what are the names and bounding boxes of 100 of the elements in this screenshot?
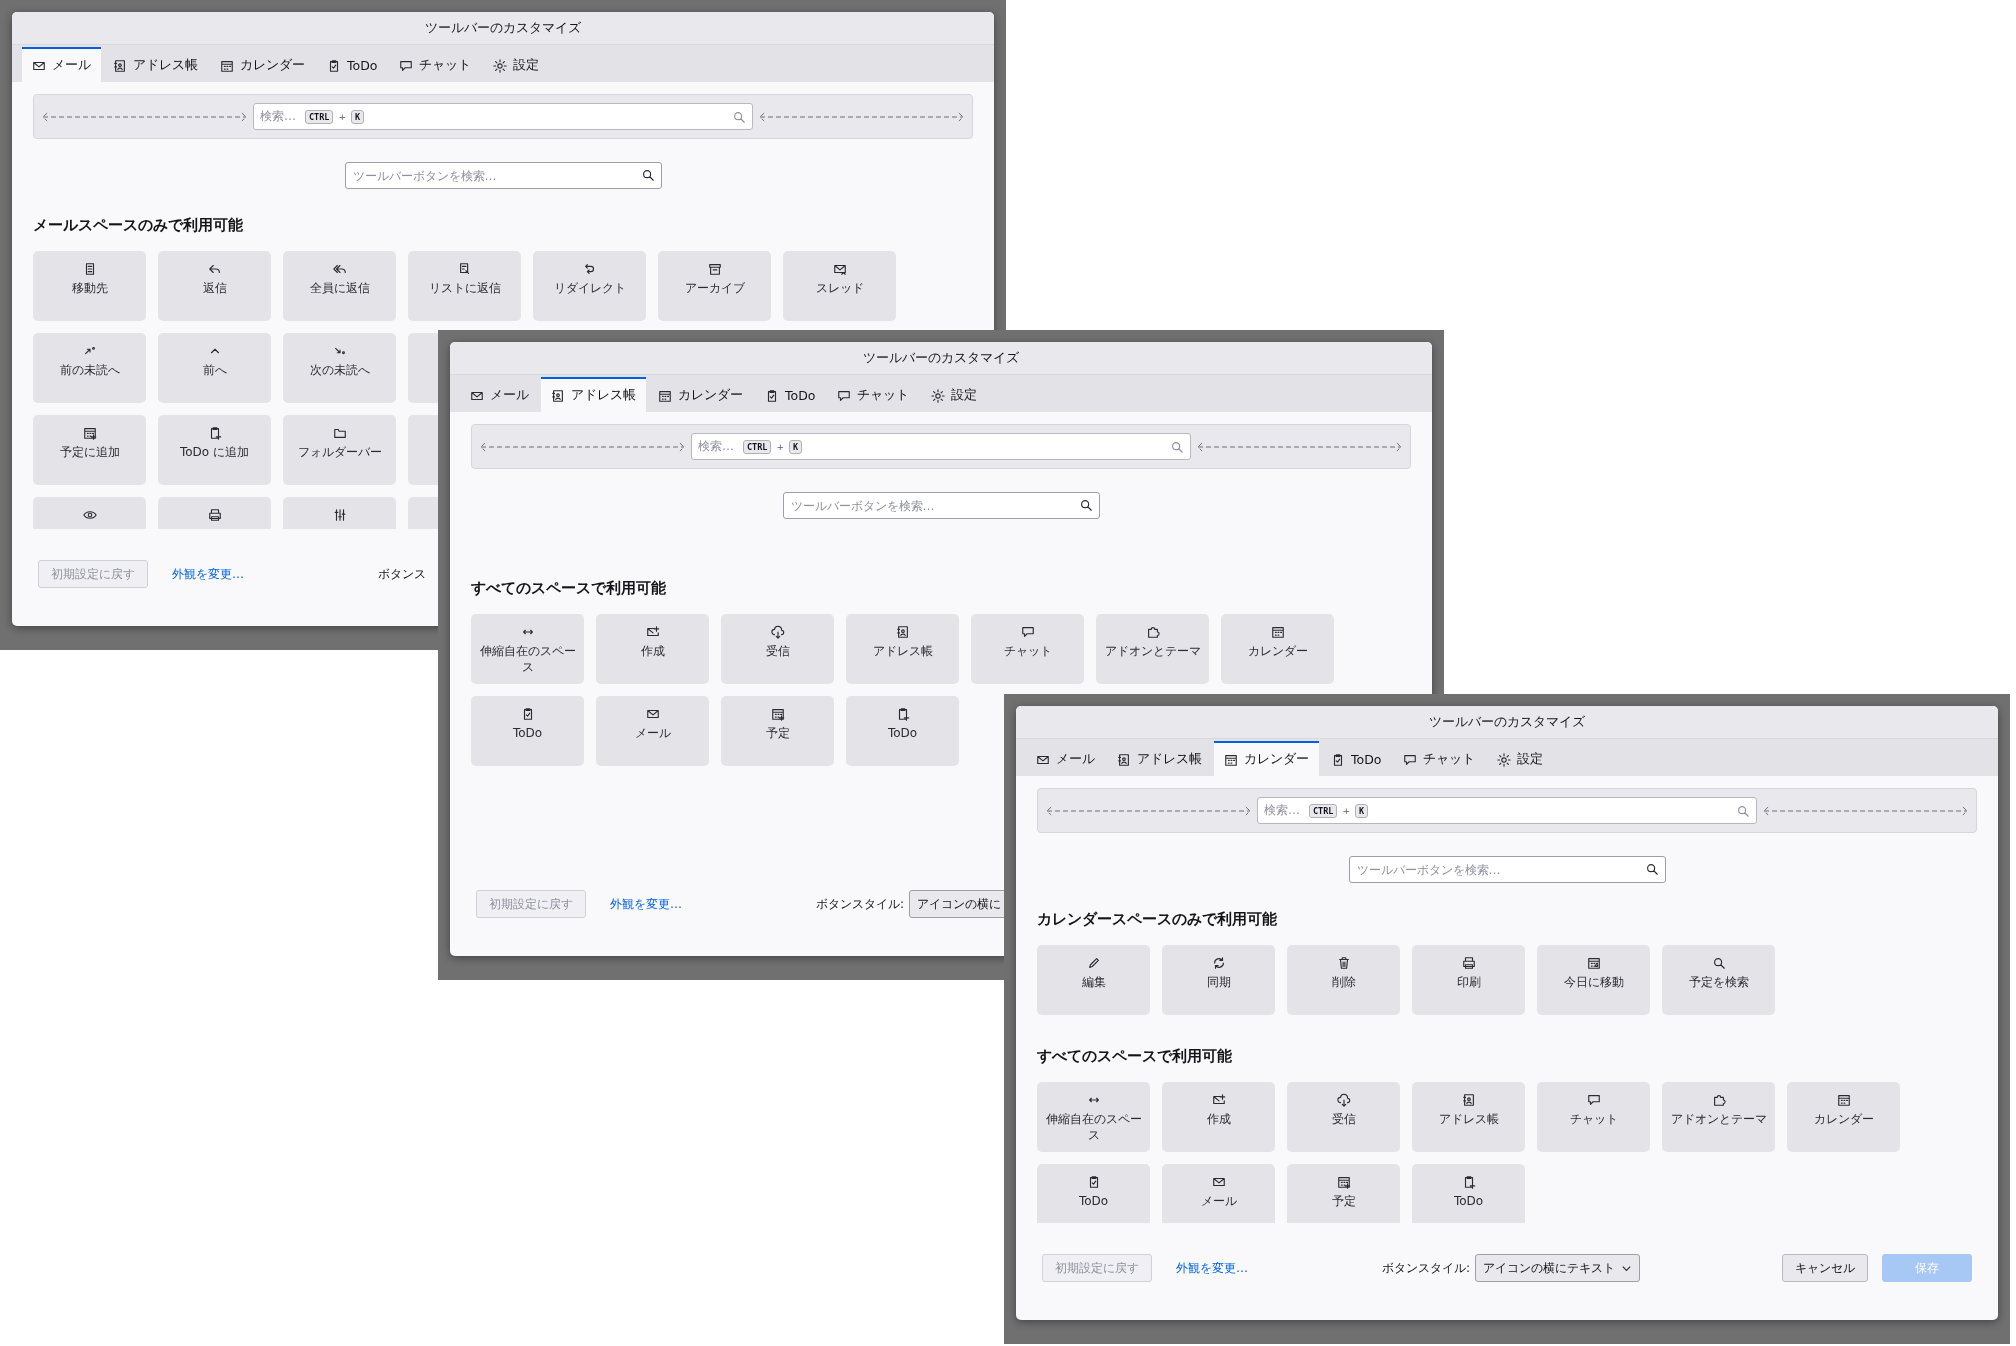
toolbar-item-button[interactable]: リストに返信	[408, 251, 521, 321]
list-reply-icon	[457, 262, 472, 276]
toolbar-item-button[interactable]: 削除	[1287, 945, 1400, 1015]
toolbar-item-button[interactable]: チャット	[971, 614, 1084, 684]
toolbar-item-button[interactable]: ToDo	[471, 696, 584, 766]
search-field[interactable]: 検索… CTRL + K	[691, 433, 1191, 460]
eye-icon	[82, 508, 97, 522]
toolbar-item-button[interactable]: 今日に移動	[1537, 945, 1650, 1015]
address-book-icon	[1461, 1093, 1476, 1107]
space-tab[interactable]: アドレス帳	[103, 47, 208, 82]
toolbar-item-button[interactable]: 作成	[596, 614, 709, 684]
toolbar-item-button[interactable]: ToDo	[1412, 1164, 1525, 1223]
address-book-icon	[113, 58, 127, 73]
toolbar-item-button[interactable]: ToDo に追加	[158, 415, 271, 485]
toolbar-item-button[interactable]: 予定	[1287, 1164, 1400, 1223]
appearance-link[interactable]: 外観を変更…	[1176, 1254, 1248, 1282]
toolbar-item-button[interactable]: ToDo	[846, 696, 959, 766]
placeholder-text: 検索…	[260, 108, 296, 125]
pencil-icon	[1086, 956, 1101, 970]
toolbar-item-button[interactable]: カレンダー	[1221, 614, 1334, 684]
toolbar-item-button[interactable]: 伸縮自在のスペース	[471, 614, 584, 684]
keyboard-key: CTRL	[743, 439, 772, 454]
folder-icon	[332, 426, 347, 440]
search-icon	[1711, 956, 1726, 970]
plus-sign: +	[338, 111, 347, 122]
toolbar-item-button[interactable]: フォルダーバー	[283, 415, 396, 485]
calendar-plus-icon	[82, 426, 97, 440]
search-icon	[640, 168, 655, 182]
space-tab[interactable]: 設定	[921, 377, 988, 412]
toolbar-item-button[interactable]: リダイレクト	[533, 251, 646, 321]
toolbar-item-button[interactable]: 予定を検索	[1662, 945, 1775, 1015]
space-tab[interactable]: メール	[22, 47, 101, 82]
toolbar-item-button[interactable]: 予定	[721, 696, 834, 766]
calendar-icon	[1586, 956, 1601, 970]
space-tab[interactable]: 設定	[1487, 741, 1554, 776]
toolbar-item-button[interactable]: 受信	[1287, 1082, 1400, 1152]
toolbar-item-button[interactable]: アドレス帳	[1412, 1082, 1525, 1152]
toolbar-item-button[interactable]: 前の未読へ	[33, 333, 146, 403]
toolbar-item-button[interactable]: チャット	[1537, 1082, 1650, 1152]
space-tab[interactable]: アドレス帳	[1107, 741, 1212, 776]
cancel-button[interactable]: キャンセル	[1782, 1254, 1868, 1282]
search-field[interactable]: ツールバーボタンを検索…	[782, 492, 1100, 519]
toolbar-item-button[interactable]: 移動先	[33, 251, 146, 321]
space-tab[interactable]: ToDo	[1321, 741, 1392, 776]
appearance-link[interactable]: 外観を変更…	[610, 890, 682, 918]
search-field[interactable]: ツールバーボタンを検索…	[344, 162, 662, 189]
placeholder-text: 検索…	[698, 438, 734, 455]
toolbar-item-button[interactable]: メール	[596, 696, 709, 766]
settings-icon	[493, 58, 508, 73]
search-icon	[1644, 862, 1659, 876]
toolbar-item-button[interactable]: メール	[1162, 1164, 1275, 1223]
speech-bubble-icon	[1020, 625, 1035, 639]
toolbar-item-button[interactable]: 予定に追加	[33, 415, 146, 485]
calendar-icon	[658, 388, 672, 403]
space-tab[interactable]: チャット	[1393, 741, 1486, 776]
space-tab[interactable]: ToDo	[317, 47, 388, 82]
toolbar-item-button[interactable]: アドオンとテーマ	[1662, 1082, 1775, 1152]
toolbar-item-button[interactable]: 印刷	[1412, 945, 1525, 1015]
space-tab[interactable]: メール	[460, 377, 539, 412]
toolbar-item-button[interactable]: 返信	[158, 251, 271, 321]
settings-icon	[931, 388, 946, 403]
button-style-label: ボタンス	[378, 566, 426, 583]
toolbar-item-button[interactable]: 作成	[1162, 1082, 1275, 1152]
toolbar-item-button[interactable]: スレッド	[783, 251, 896, 321]
toolbar-item-button[interactable]: アドレス帳	[846, 614, 959, 684]
search-field[interactable]: 検索… CTRL + K	[253, 103, 753, 130]
toolbar-item-button[interactable]: 受信	[721, 614, 834, 684]
space-tab[interactable]: チャット	[389, 47, 482, 82]
toolbar-item-button[interactable]: 全員に返信	[283, 251, 396, 321]
space-tab[interactable]: ToDo	[755, 377, 826, 412]
sync-icon	[1211, 956, 1226, 970]
speech-bubble-icon	[837, 388, 852, 403]
toolbar-item-button[interactable]: 前へ	[158, 333, 271, 403]
search-icon	[1078, 498, 1093, 512]
toolbar-item-button[interactable]: アドオンとテーマ	[1096, 614, 1209, 684]
toolbar-item-button[interactable]: 編集	[1037, 945, 1150, 1015]
space-tab[interactable]: メール	[1026, 741, 1105, 776]
sliders-icon	[332, 508, 347, 522]
button-style-dropdown[interactable]: アイコンの横にテキスト	[1475, 1254, 1641, 1282]
redirect-arrow-icon	[582, 262, 597, 276]
toolbar-item-button[interactable]: 次の未読へ	[283, 333, 396, 403]
search-field[interactable]: ツールバーボタンを検索…	[1348, 856, 1666, 883]
toolbar-item-button[interactable]: 同期	[1162, 945, 1275, 1015]
toolbar-item-button[interactable]: カレンダー	[1787, 1082, 1900, 1152]
section-heading: カレンダースペースのみで利用可能	[1037, 909, 1278, 930]
toolbar-item-button[interactable]: 伸縮自在のスペース	[1037, 1082, 1150, 1152]
space-tab[interactable]: カレンダー	[210, 47, 315, 82]
address-book-icon	[551, 388, 565, 403]
space-tab[interactable]: チャット	[827, 377, 920, 412]
calendar-icon	[1224, 752, 1238, 767]
space-tab[interactable]: 設定	[483, 47, 550, 82]
calendar-icon	[220, 58, 234, 73]
toolbar-item-button[interactable]: アーカイブ	[658, 251, 771, 321]
space-tab[interactable]: カレンダー	[1214, 741, 1319, 776]
toolbar-item-button[interactable]: ToDo	[1037, 1164, 1150, 1223]
search-field[interactable]: 検索… CTRL + K	[1257, 797, 1757, 824]
space-tab[interactable]: カレンダー	[648, 377, 753, 412]
appearance-link[interactable]: 外観を変更…	[172, 560, 244, 588]
calendar-plus-icon	[1336, 1175, 1351, 1189]
space-tab[interactable]: アドレス帳	[541, 377, 646, 412]
